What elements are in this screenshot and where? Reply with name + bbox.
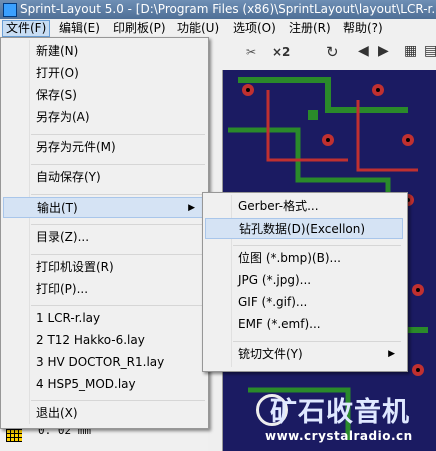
menu-item-label: Gerber-格式... [238, 199, 319, 213]
menu-options[interactable]: 选项(O) [230, 21, 279, 36]
menu-item-open[interactable]: 打开(O) [3, 63, 204, 84]
menu-item-label: EMF (*.emf)... [238, 317, 321, 331]
menu-item-label: 保存(S) [36, 88, 77, 102]
arrow-left-icon[interactable]: ◀ [358, 43, 369, 59]
menu-item-label: 另存为元件(M) [36, 140, 116, 154]
menu-item-label: 目录(Z)... [36, 230, 90, 244]
menu-item-label: 位图 (*.bmp)(B)... [238, 251, 341, 265]
menu-register[interactable]: 注册(R) [286, 21, 334, 36]
menu-item-emf[interactable]: EMF (*.emf)... [205, 314, 403, 335]
main-toolbar: ✂ ×2 ↻ ◀ ▶ ▦ ▤ [208, 38, 436, 71]
menu-item-save-as-component[interactable]: 另存为元件(M) [3, 137, 204, 158]
title-bar: Sprint-Layout 5.0 - [D:\Program Files (x… [0, 0, 436, 19]
menu-item-label: 退出(X) [36, 406, 78, 420]
menu-item-label: 自动保存(Y) [36, 170, 101, 184]
arrow-right-icon[interactable]: ▶ [378, 43, 389, 59]
menu-edit[interactable]: 编辑(E) [56, 21, 103, 36]
menu-item-label: 打开(O) [36, 66, 79, 80]
menu-separator [233, 341, 401, 342]
menu-item-exit[interactable]: 退出(X) [3, 403, 204, 424]
menu-separator [233, 245, 401, 246]
menu-item-label: 3 HV DOCTOR_R1.lay [36, 355, 165, 369]
menu-item-save[interactable]: 保存(S) [3, 85, 204, 106]
menu-item-label: 新建(N) [36, 44, 79, 58]
menu-separator [31, 224, 205, 225]
menu-item-export[interactable]: 输出(T) ▶ [3, 197, 204, 218]
menu-separator [31, 194, 205, 195]
menu-bar: 文件(F) 编辑(E) 印刷板(P) 功能(U) 选项(O) 注册(R) 帮助(… [0, 19, 436, 39]
menu-board[interactable]: 印刷板(P) [110, 21, 169, 36]
menu-item-gerber[interactable]: Gerber-格式... [205, 196, 403, 217]
menu-item-directory[interactable]: 目录(Z)... [3, 227, 204, 248]
menu-separator [31, 400, 205, 401]
watermark-url: www.crystalradio.cn [265, 429, 413, 443]
cut-icon[interactable]: ✂ [246, 45, 256, 59]
recent-file-3[interactable]: 3 HV DOCTOR_R1.lay [3, 352, 204, 373]
menu-separator [31, 305, 205, 306]
menu-separator [31, 254, 205, 255]
menu-item-label: 打印机设置(R) [36, 260, 114, 274]
file-menu: 新建(N) 打开(O) 保存(S) 另存为(A) 另存为元件(M) 自动保存(Y… [0, 37, 209, 429]
menu-help[interactable]: 帮助(?) [340, 21, 386, 36]
menu-separator [31, 164, 205, 165]
app-icon [3, 3, 17, 17]
measure-icon[interactable]: ▤ [424, 43, 436, 59]
watermark: 矿石收音机 www.crystalradio.cn [208, 388, 436, 451]
menu-item-bitmap[interactable]: 位图 (*.bmp)(B)... [205, 248, 403, 269]
menu-item-label: 打印(P)... [36, 282, 89, 296]
refresh-icon[interactable]: ↻ [326, 43, 339, 61]
recent-file-4[interactable]: 4 HSP5_MOD.lay [3, 374, 204, 395]
menu-item-label: 另存为(A) [36, 110, 90, 124]
recent-file-2[interactable]: 2 T12 Hakko-6.lay [3, 330, 204, 351]
recent-file-1[interactable]: 1 LCR-r.lay [3, 308, 204, 329]
window-title: Sprint-Layout 5.0 - [D:\Program Files (x… [20, 2, 436, 16]
menu-item-milling[interactable]: 铳切文件(Y) ▶ [205, 344, 403, 365]
submenu-arrow-icon: ▶ [188, 203, 195, 213]
menu-item-save-as[interactable]: 另存为(A) [3, 107, 204, 128]
menu-item-new[interactable]: 新建(N) [3, 41, 204, 62]
menu-item-drill-data[interactable]: 钻孔数据(D)(Excellon) [205, 218, 403, 239]
menu-item-label: 1 LCR-r.lay [36, 311, 101, 325]
menu-item-autosave[interactable]: 自动保存(Y) [3, 167, 204, 188]
export-submenu: Gerber-格式... 钻孔数据(D)(Excellon) 位图 (*.bmp… [202, 192, 408, 372]
zoom-label[interactable]: ×2 [272, 45, 290, 59]
menu-item-label: 输出(T) [37, 201, 78, 215]
menu-item-label: 铳切文件(Y) [238, 347, 303, 361]
submenu-arrow-icon: ▶ [388, 349, 395, 359]
watermark-brand: 矿石收音机 [270, 397, 410, 428]
menu-functions[interactable]: 功能(U) [174, 21, 222, 36]
menu-item-label: JPG (*.jpg)... [238, 273, 312, 287]
menu-file[interactable]: 文件(F) [2, 20, 51, 37]
menu-item-label: 钻孔数据(D)(Excellon) [239, 222, 366, 236]
grid-icon[interactable]: ▦ [404, 43, 417, 59]
menu-item-printer-setup[interactable]: 打印机设置(R) [3, 257, 204, 278]
menu-item-jpg[interactable]: JPG (*.jpg)... [205, 270, 403, 291]
menu-item-label: 4 HSP5_MOD.lay [36, 377, 136, 391]
menu-item-gif[interactable]: GIF (*.gif)... [205, 292, 403, 313]
menu-item-label: GIF (*.gif)... [238, 295, 308, 309]
menu-item-label: 2 T12 Hakko-6.lay [36, 333, 145, 347]
menu-item-print[interactable]: 打印(P)... [3, 279, 204, 300]
menu-separator [31, 134, 205, 135]
